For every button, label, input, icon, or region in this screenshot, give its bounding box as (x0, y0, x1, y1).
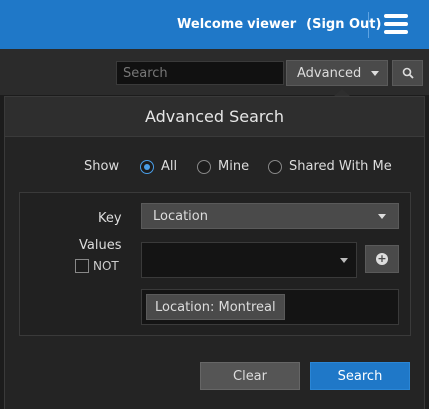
chevron-down-icon (340, 258, 348, 263)
value-tag[interactable]: Location: Montreal (146, 294, 285, 320)
values-dropdown[interactable] (141, 242, 357, 278)
not-label: NOT (93, 259, 119, 273)
search-criteria-box: Key Location Values NOT + Location: Mont… (19, 192, 411, 336)
hamburger-menu-icon[interactable] (384, 14, 408, 34)
plus-circle-icon: + (376, 252, 388, 265)
radio-shared-label: Shared With Me (289, 159, 392, 174)
header-divider (368, 12, 369, 38)
not-checkbox[interactable]: NOT (75, 259, 119, 273)
add-value-button[interactable]: + (365, 245, 399, 273)
sign-out-link[interactable]: (Sign Out) (306, 17, 381, 32)
chevron-down-icon (371, 70, 380, 76)
values-label: Values (79, 238, 122, 253)
key-dropdown[interactable]: Location (141, 203, 399, 229)
show-filter-row: Show All Mine Shared With Me (5, 157, 424, 177)
welcome-text: Welcome (177, 17, 244, 32)
search-input[interactable] (116, 61, 284, 85)
key-dropdown-value: Location (153, 208, 208, 224)
panel-title: Advanced Search (5, 97, 424, 137)
welcome-message: Welcome viewer (Sign Out) (177, 17, 381, 32)
advanced-search-toggle-button[interactable]: Advanced (286, 60, 388, 86)
user-name: viewer (247, 17, 297, 32)
radio-selected-icon (140, 159, 154, 174)
clear-button[interactable]: Clear (200, 362, 300, 390)
magnifier-icon (402, 67, 414, 79)
radio-mine[interactable]: Mine (197, 159, 249, 174)
search-submit-button[interactable]: Search (310, 362, 410, 390)
advanced-button-label: Advanced (297, 65, 362, 81)
radio-unselected-icon (268, 159, 282, 174)
popover-pointer (334, 89, 350, 96)
top-header-bar: Welcome viewer (Sign Out) (0, 0, 429, 49)
search-button[interactable] (392, 60, 423, 86)
selected-values-area: Location: Montreal (141, 289, 399, 325)
radio-all-label: All (161, 159, 178, 174)
show-label: Show (84, 159, 120, 174)
chevron-down-icon (378, 214, 386, 219)
radio-shared-with-me[interactable]: Shared With Me (268, 159, 392, 174)
radio-unselected-icon (197, 159, 211, 174)
key-label: Key (98, 211, 122, 226)
radio-all[interactable]: All (140, 159, 177, 174)
radio-mine-label: Mine (218, 159, 250, 174)
advanced-search-panel: Advanced Search Show All Mine Shared Wit… (4, 96, 425, 409)
checkbox-box[interactable] (75, 259, 89, 273)
